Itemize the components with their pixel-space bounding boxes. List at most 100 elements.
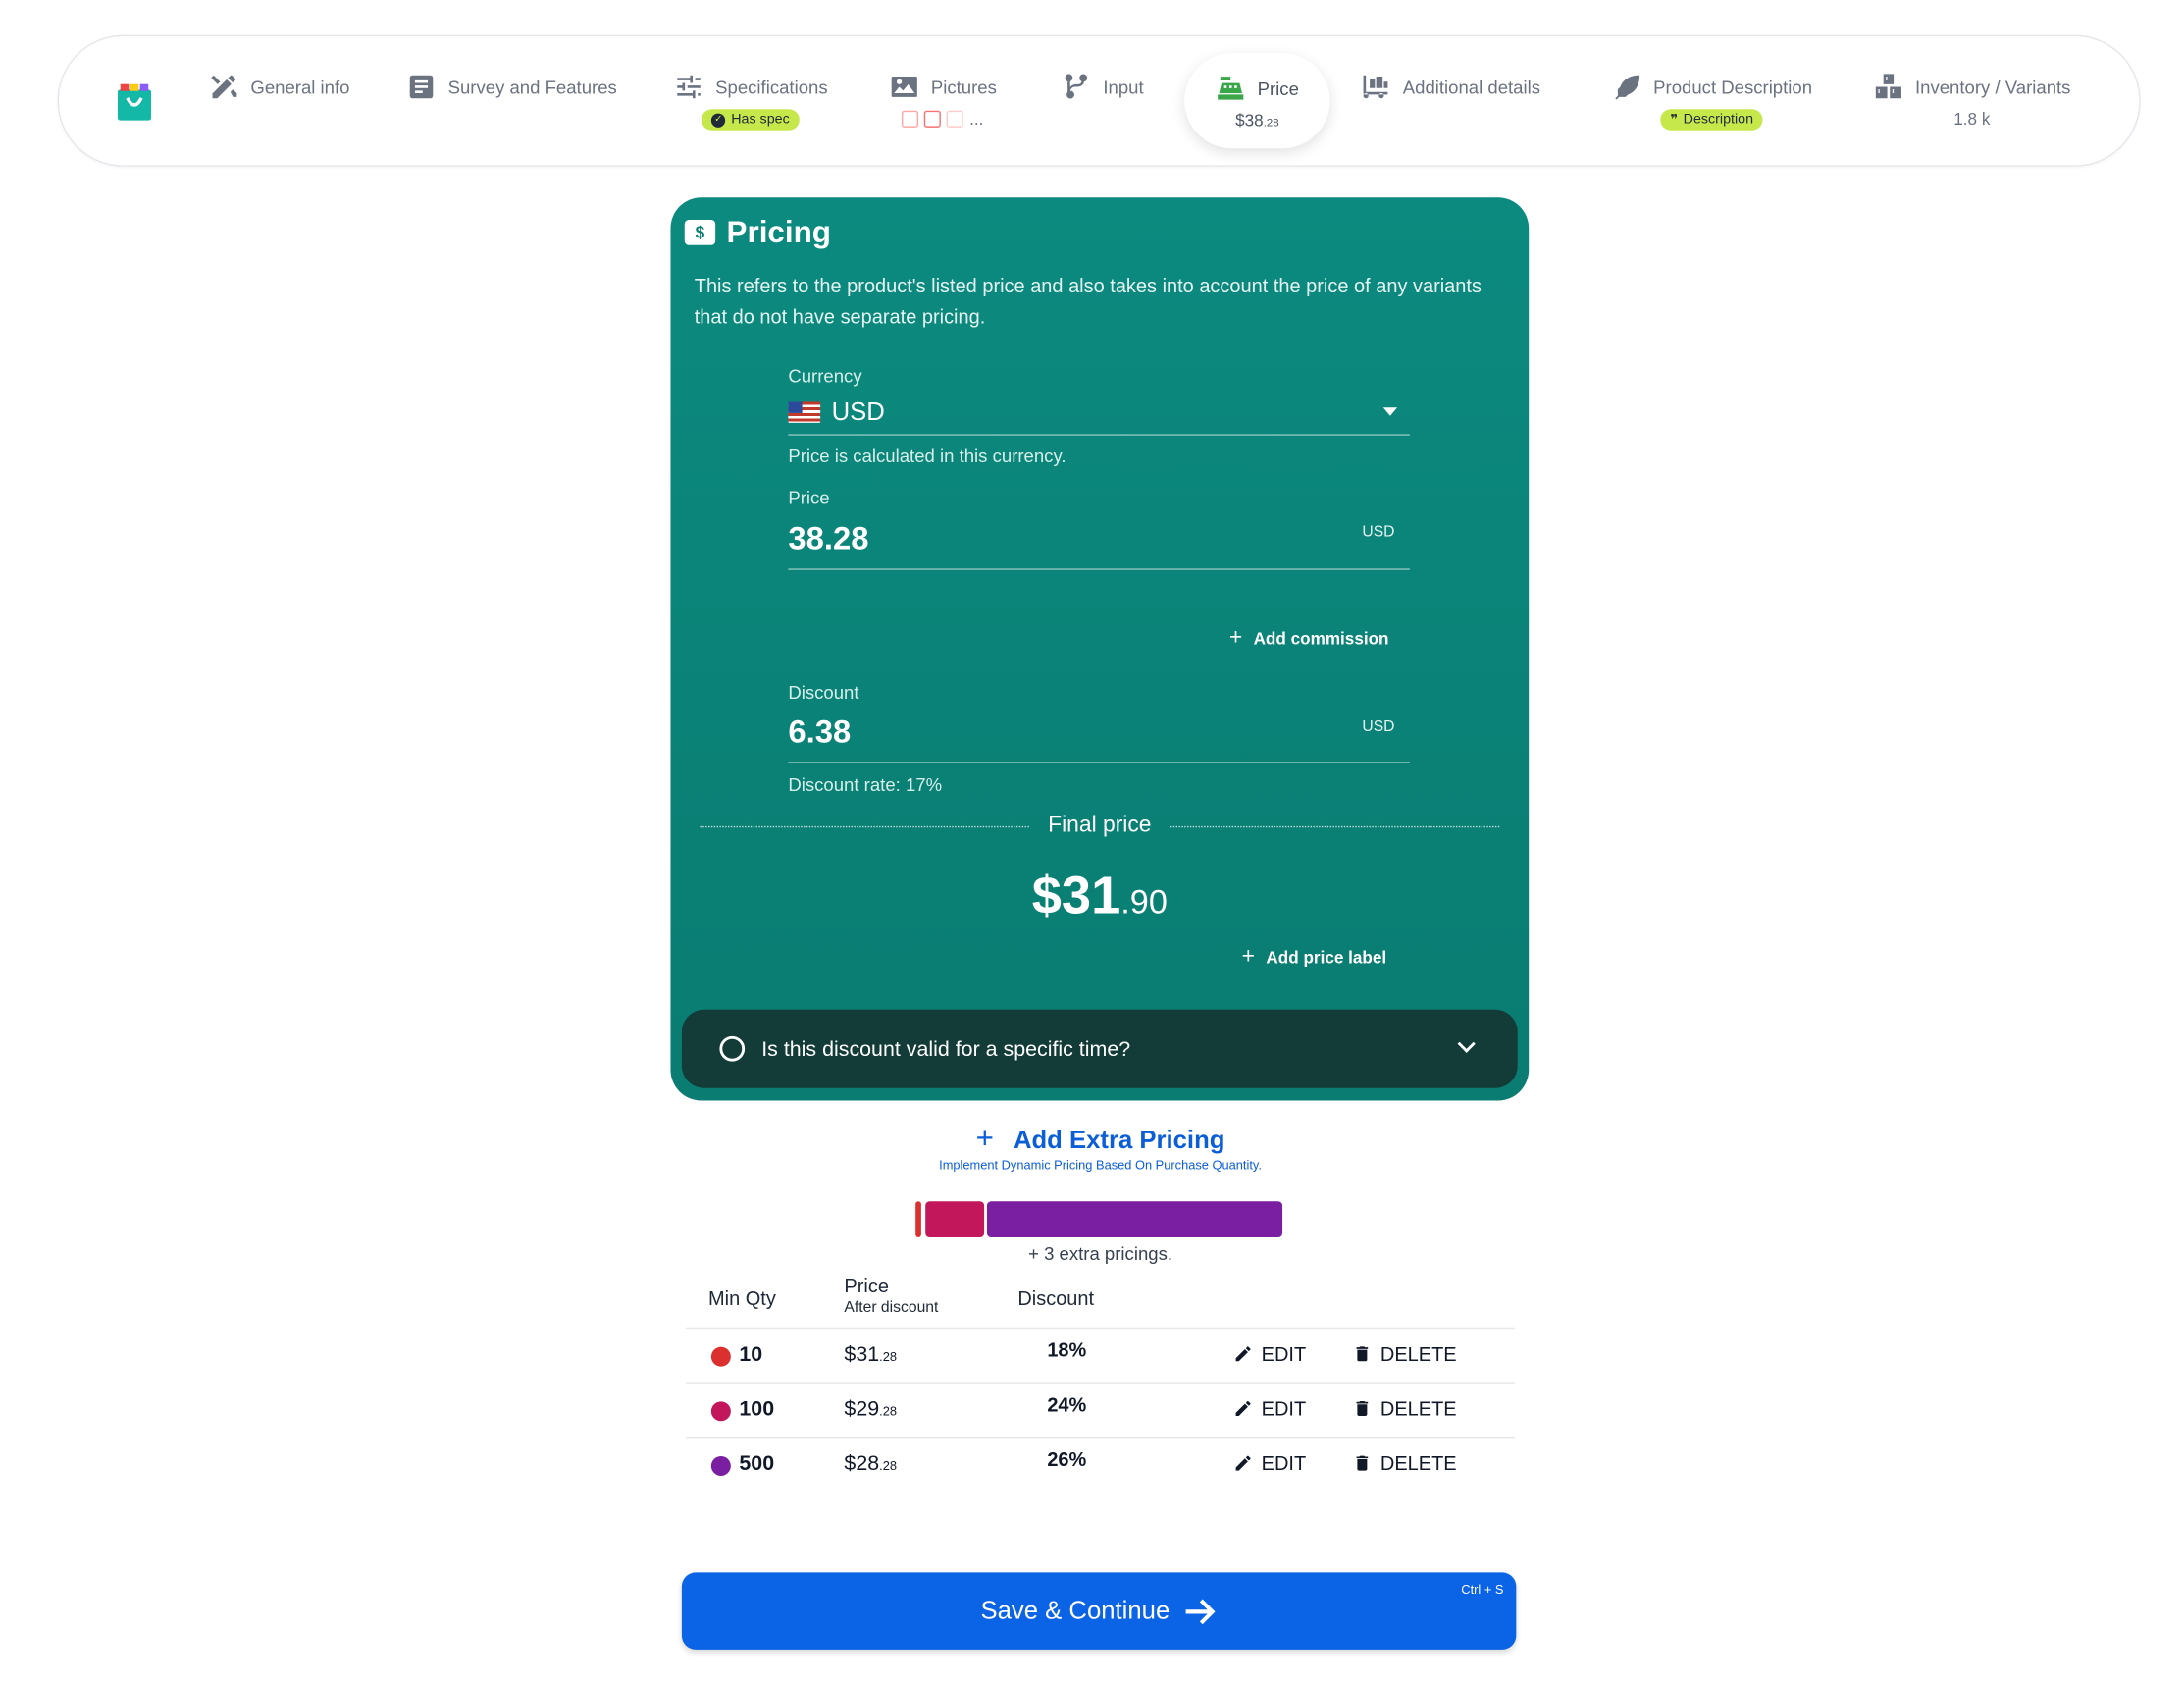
step-label: Product Description xyxy=(1653,76,1813,98)
trash-icon xyxy=(1356,1400,1369,1416)
table-row: 10 $31.28 18% EDIT DELETE xyxy=(686,1327,1515,1383)
branch-icon xyxy=(1065,74,1088,99)
pricing-title: $ Pricing xyxy=(684,214,831,250)
delete-button[interactable]: DELETE xyxy=(1352,1452,1457,1475)
col-header-min-qty: Min Qty xyxy=(708,1287,776,1310)
edit-button[interactable]: EDIT xyxy=(1233,1342,1306,1365)
tier-bar-segment-10 xyxy=(915,1201,921,1237)
pencil-icon xyxy=(1235,1400,1251,1416)
feather-icon xyxy=(1615,75,1640,100)
row-price: $28.28 xyxy=(844,1451,897,1476)
step-inventory-variants[interactable]: Inventory / Variants 1.8 k xyxy=(1873,70,2070,139)
step-label: Price xyxy=(1257,78,1299,99)
table-row: 500 $28.28 26% EDIT DELETE xyxy=(686,1436,1515,1492)
price-input[interactable]: 38.28 xyxy=(788,519,868,557)
shopping-bag-logo-icon[interactable] xyxy=(117,83,152,121)
tier-color-dot xyxy=(710,1401,731,1422)
plus-icon: + xyxy=(975,1120,994,1156)
arrow-right-icon xyxy=(1184,1598,1215,1624)
discount-unit: USD xyxy=(1362,717,1395,736)
step-label: General info xyxy=(250,76,350,98)
col-header-discount: Discount xyxy=(1017,1287,1095,1310)
pencil-icon xyxy=(1235,1346,1251,1362)
row-min-qty: 100 xyxy=(739,1397,775,1422)
step-label: Specifications xyxy=(715,76,828,98)
boxes-icon xyxy=(1875,74,1901,99)
check-icon: ✓ xyxy=(711,112,726,128)
price-summary: $38.28 xyxy=(1235,110,1279,131)
step-label: Pictures xyxy=(930,76,997,98)
discount-input[interactable]: 6.38 xyxy=(788,712,851,751)
sliders-icon xyxy=(677,75,701,99)
tier-color-dot xyxy=(710,1346,731,1367)
row-discount: 24% xyxy=(1047,1393,1087,1416)
chevron-down-icon[interactable] xyxy=(1457,1034,1476,1053)
description-badge: ❞ Description xyxy=(1660,109,1764,131)
save-continue-button[interactable]: Ctrl + S Save & Continue xyxy=(681,1572,1517,1650)
plus-icon: + xyxy=(1228,625,1243,651)
step-survey-features[interactable]: Survey and Features xyxy=(406,70,617,139)
edit-button[interactable]: EDIT xyxy=(1233,1452,1306,1475)
step-general-info[interactable]: General info xyxy=(209,70,350,139)
price-unit: USD xyxy=(1362,523,1395,541)
step-label: Inventory / Variants xyxy=(1914,76,2071,98)
tier-color-dot xyxy=(710,1455,731,1476)
dropdown-caret-icon[interactable] xyxy=(1382,407,1398,416)
currency-underline xyxy=(788,434,1410,436)
tier-bar-segment-100 xyxy=(925,1201,985,1237)
final-price-label: Final price xyxy=(1048,814,1152,838)
add-commission-button[interactable]: + Add commission xyxy=(1229,626,1389,652)
row-min-qty: 10 xyxy=(739,1342,763,1367)
more-pictures: ... xyxy=(969,109,984,130)
trash-icon xyxy=(1356,1455,1369,1471)
discount-time-toggle[interactable]: Is this discount valid for a specific ti… xyxy=(681,1009,1518,1088)
radio-circle-icon[interactable] xyxy=(719,1035,746,1062)
step-label: Input xyxy=(1103,76,1144,98)
extra-pricing-subtitle: Implement Dynamic Pricing Based On Purch… xyxy=(939,1158,1262,1173)
discount-label: Discount xyxy=(788,681,859,704)
step-pictures[interactable]: Pictures ... xyxy=(889,70,997,139)
step-label: Additional details xyxy=(1402,76,1541,98)
tier-bar-segment-500 xyxy=(986,1201,1283,1237)
form-icon xyxy=(409,75,434,99)
row-min-qty: 500 xyxy=(739,1451,775,1476)
delete-button[interactable]: DELETE xyxy=(1352,1397,1457,1420)
step-price[interactable]: Price $38.28 xyxy=(1184,53,1330,149)
us-flag-icon xyxy=(788,401,821,423)
col-header-price-sub: After discount xyxy=(844,1299,939,1317)
edit-button[interactable]: EDIT xyxy=(1233,1397,1306,1420)
discount-time-question: Is this discount valid for a specific ti… xyxy=(761,1036,1131,1061)
trash-icon xyxy=(1356,1346,1369,1362)
col-header-price: Price After discount xyxy=(844,1274,939,1317)
pencil-ruler-icon xyxy=(211,75,237,99)
step-product-description[interactable]: Product Description ❞ Description xyxy=(1611,70,1812,139)
step-additional-details[interactable]: Additional details xyxy=(1361,70,1540,139)
currency-select[interactable]: USD xyxy=(788,397,885,427)
dolly-icon xyxy=(1363,75,1388,99)
price-underline xyxy=(788,568,1410,570)
keyboard-shortcut-hint: Ctrl + S xyxy=(1461,1582,1504,1597)
row-discount: 18% xyxy=(1047,1339,1087,1361)
extra-pricing-count: + 3 extra pricings. xyxy=(1028,1243,1173,1265)
pencil-icon xyxy=(1235,1455,1251,1471)
plus-icon: + xyxy=(1241,945,1255,970)
add-extra-pricing-button[interactable]: + Add Extra Pricing xyxy=(0,1121,2184,1157)
step-label: Survey and Features xyxy=(447,76,617,98)
step-nav: General info Survey and Features Specifi… xyxy=(57,34,2141,167)
pricing-card: $ Pricing This refers to the product's l… xyxy=(670,197,1530,1101)
step-specifications[interactable]: Specifications ✓ Has spec xyxy=(673,70,828,139)
delete-button[interactable]: DELETE xyxy=(1352,1342,1457,1365)
step-input[interactable]: Input xyxy=(1062,70,1144,139)
row-price: $29.28 xyxy=(844,1397,897,1422)
row-price: $31.28 xyxy=(844,1342,897,1367)
currency-label: Currency xyxy=(788,365,862,387)
price-label: Price xyxy=(788,487,830,508)
money-icon: $ xyxy=(684,220,716,245)
add-price-label-button[interactable]: + Add price label xyxy=(1242,945,1387,971)
row-discount: 26% xyxy=(1047,1447,1087,1471)
currency-hint: Price is calculated in this currency. xyxy=(788,445,1066,467)
discount-rate: Discount rate: 17% xyxy=(788,774,943,796)
discount-underline xyxy=(788,762,1410,763)
cash-register-icon xyxy=(1218,77,1244,100)
image-icon xyxy=(891,77,917,97)
